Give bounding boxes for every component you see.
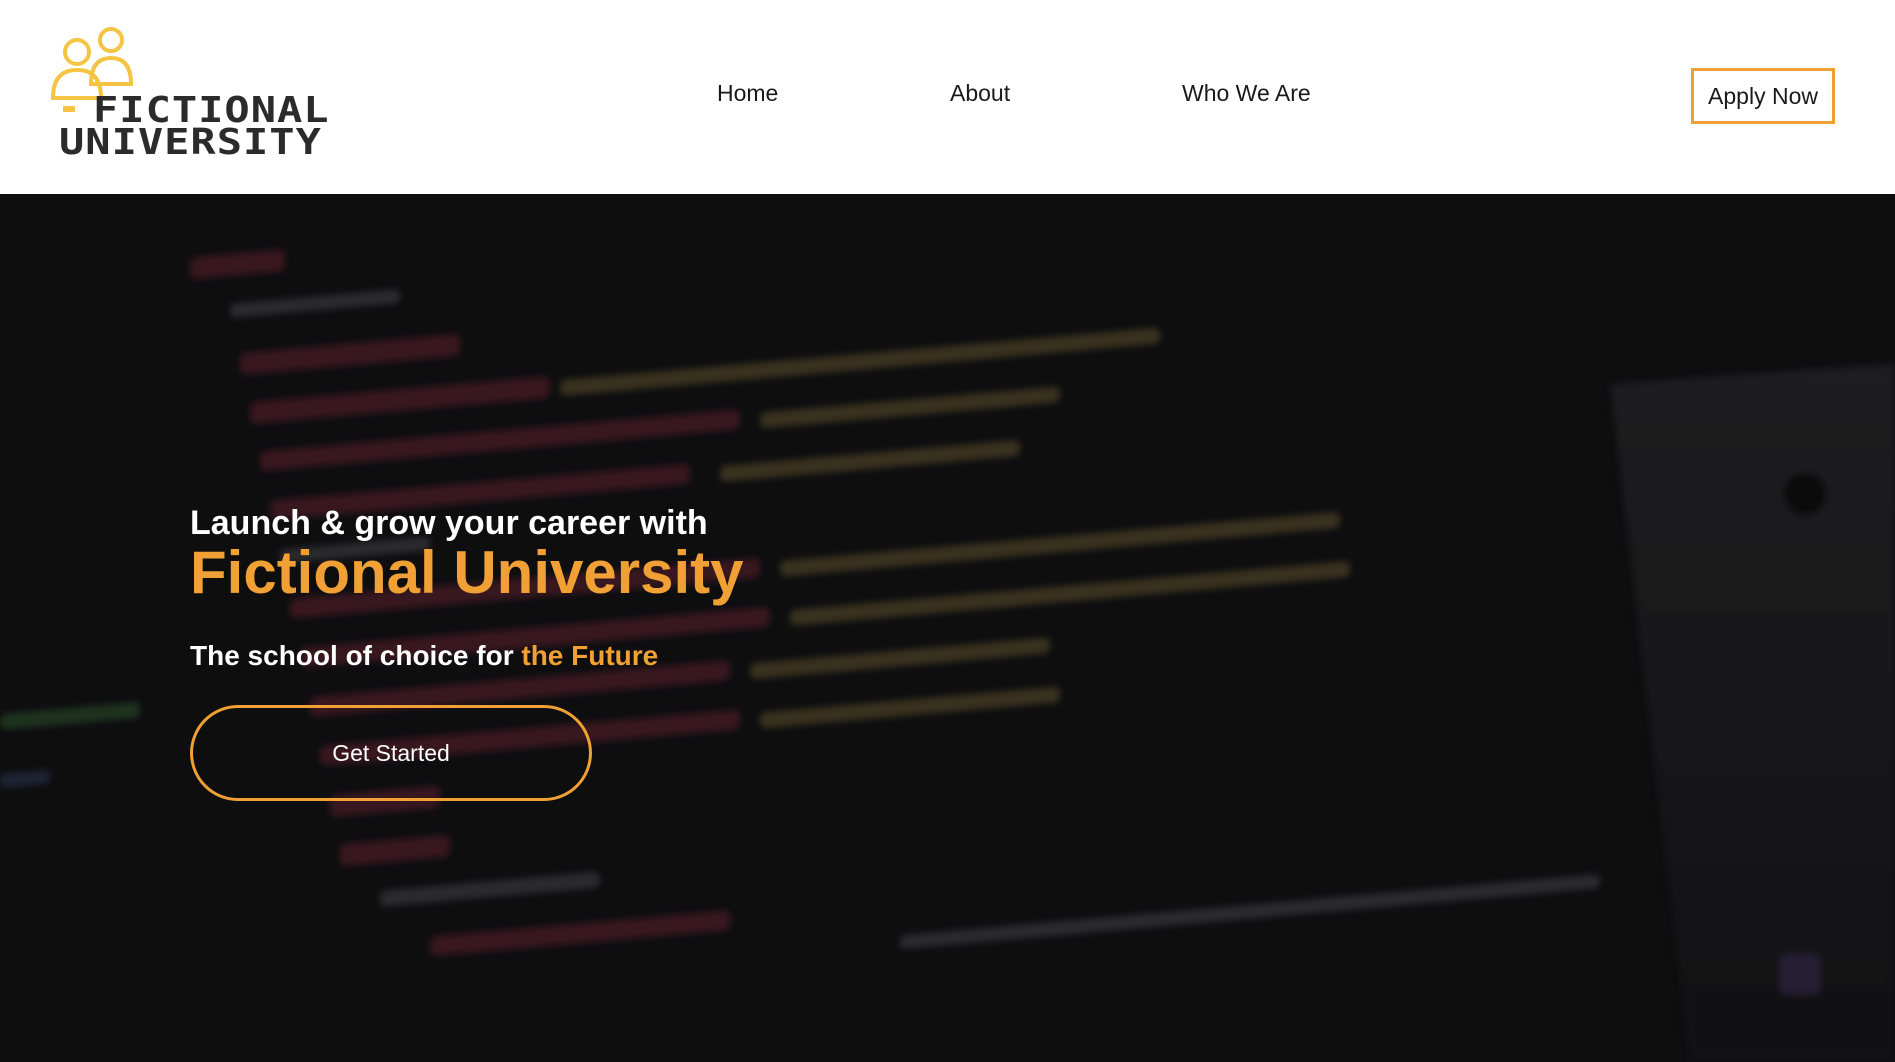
nav-about[interactable]: About <box>950 80 1010 107</box>
hero-title: Fictional University <box>190 539 744 606</box>
nav-who-we-are[interactable]: Who We Are <box>1182 80 1311 107</box>
hero-tagline: The school of choice for the Future <box>190 640 658 672</box>
main-nav: Home About Who We Are <box>0 80 1895 116</box>
apply-now-button[interactable]: Apply Now <box>1691 68 1835 124</box>
get-started-button[interactable]: Get Started <box>190 705 592 801</box>
hero-tagline-accent: the Future <box>521 640 659 671</box>
logo-text-line2: UNIVERSITY <box>59 120 322 163</box>
nav-home[interactable]: Home <box>717 80 778 107</box>
hero-section: Launch & grow your career with Fictional… <box>0 194 1895 1062</box>
site-header: FICTIONAL UNIVERSITY Home About Who We A… <box>0 0 1895 194</box>
hero-tagline-prefix: The school of choice for <box>190 640 522 671</box>
hero-background-image <box>0 194 1895 1062</box>
